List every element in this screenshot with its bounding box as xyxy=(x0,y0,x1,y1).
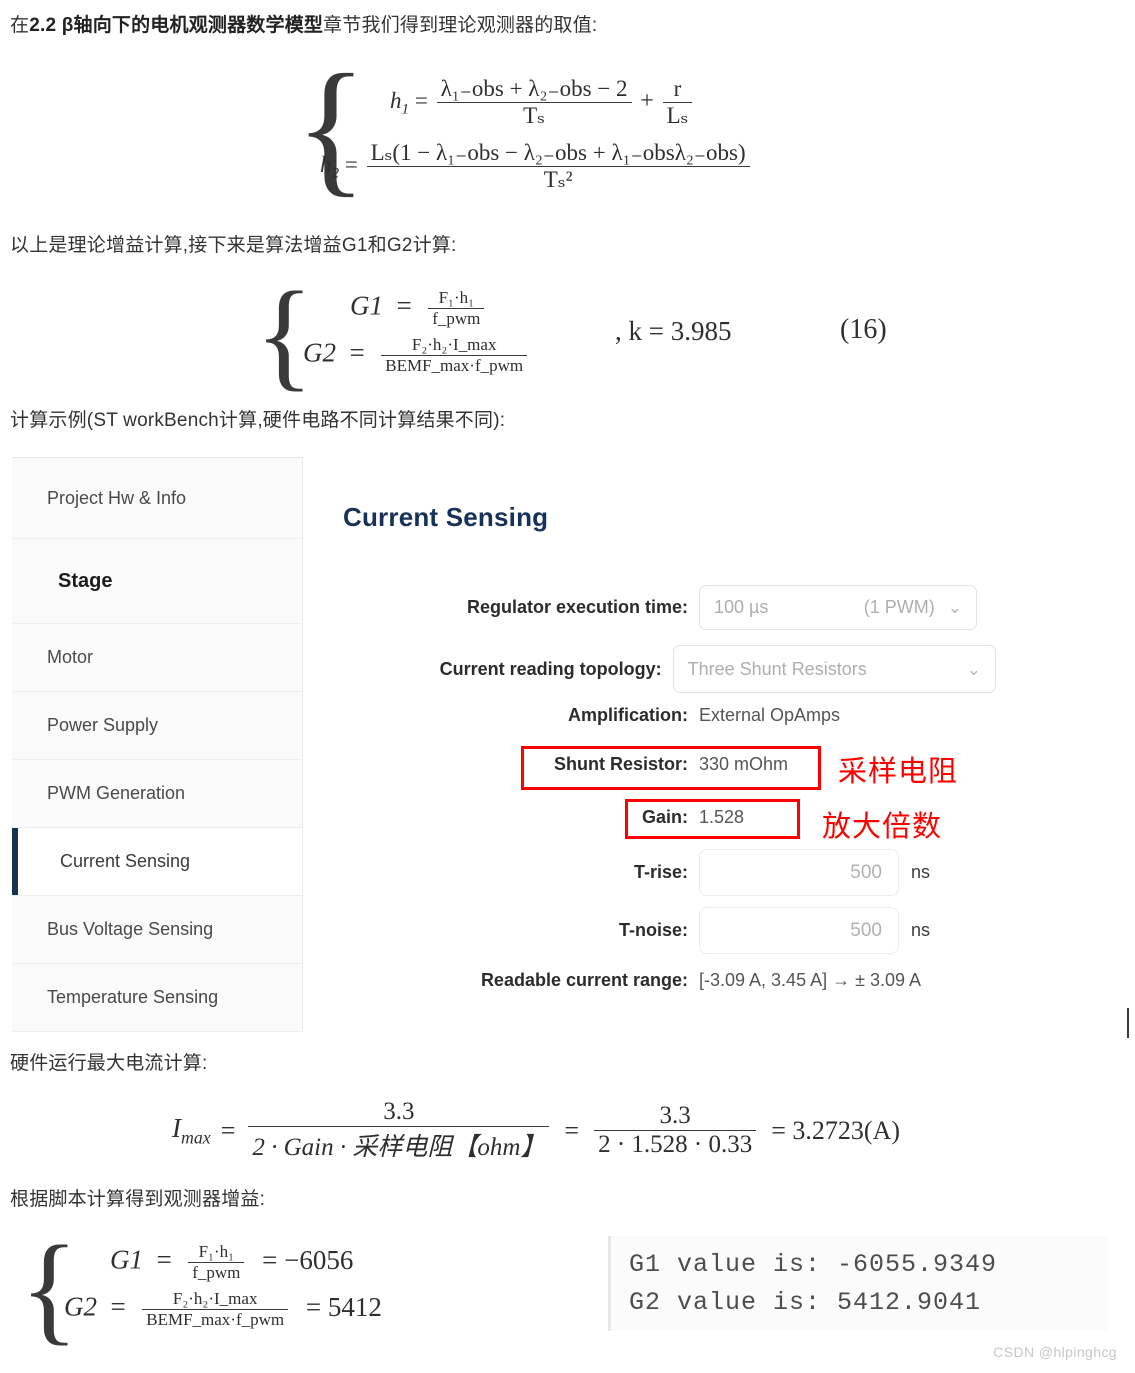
observer-formula-h1: h1 = λ₁₋obs + λ₂₋obs − 2 Tₛ + r Lₛ xyxy=(390,76,695,129)
h2-denominator: Tₛ² xyxy=(366,166,750,193)
current-reading-topology-label: Current reading topology: xyxy=(439,658,662,679)
sidebar-item-temperature-sensing[interactable]: Temperature Sensing xyxy=(12,964,302,1032)
console-line-g2: G2 value is: 5412.9041 xyxy=(629,1287,982,1317)
g1-numerator: F₁·h₁ xyxy=(438,288,475,307)
observer-formula-h2: h2 = Lₛ(1 − λ₁₋obs − λ₂₋obs + λ₁₋obsλ₂₋o… xyxy=(320,140,753,193)
regulator-execution-time-select[interactable]: 100 µs (1 PWM) ⌄ xyxy=(699,585,977,630)
imax-numerator-1: 3.3 xyxy=(383,1098,415,1125)
row-t-noise: T-noise: 500 ns xyxy=(304,907,996,954)
g1-denominator: f_pwm xyxy=(428,308,485,329)
gain-formula-equation-number: (16) xyxy=(840,314,887,345)
gain-annotation: 放大倍数 xyxy=(822,811,943,843)
imax-denominator-2: 2 · 1.528 · 0.33 xyxy=(594,1130,757,1159)
t-noise-value: 500 xyxy=(850,919,882,941)
sidebar-item-label: Motor xyxy=(47,647,94,667)
current-reading-topology-select[interactable]: Three Shunt Resistors ⌄ xyxy=(672,645,996,693)
result-formula-g1: G1 = F₁·h₁ f_pwm = −6056 xyxy=(110,1242,354,1283)
result-g2-value: = 5412 xyxy=(305,1291,382,1322)
amplification-value: External OpAmps xyxy=(699,705,841,725)
sidebar-section-label: Stage xyxy=(58,569,113,592)
g1-label: G1 xyxy=(350,290,383,321)
t-rise-label: T-rise: xyxy=(633,862,688,882)
console-line-g1: G1 value is: -6055.9349 xyxy=(629,1250,998,1279)
sidebar-item-label: PWM Generation xyxy=(47,783,186,803)
script-paragraph: 根据脚本计算得到观测器增益: xyxy=(10,1189,266,1210)
sidebar-section-stage: Stage xyxy=(12,539,302,624)
example-paragraph: 计算示例(ST workBench计算,硬件电路不同计算结果不同): xyxy=(10,410,506,431)
result-g1-label: G1 xyxy=(110,1244,143,1275)
gains-paragraph: 以上是理论增益计算,接下来是算法增益G1和G2计算: xyxy=(10,235,457,256)
t-rise-unit: ns xyxy=(911,862,931,882)
workbench-sidebar: Project Hw & Info Stage Motor Power Supp… xyxy=(12,457,303,1032)
sidebar-item-power-supply[interactable]: Power Supply xyxy=(12,692,302,760)
watermark: CSDN @hlpinghcg xyxy=(993,1344,1117,1360)
page-edge-artifact xyxy=(1127,1008,1129,1038)
imax-formula: Imax = 3.3 2 · Gain · 采样电阻【ohm】 = 3.3 2 … xyxy=(172,1098,901,1163)
sidebar-item-label: Power Supply xyxy=(47,715,159,735)
h1-numerator: λ₁₋obs + λ₂₋obs − 2 xyxy=(440,76,628,101)
gain-formula-g2: G2 = F₂·h₂·I_max BEMF_max·f_pwm xyxy=(303,335,530,376)
h1-denominator: Tₛ xyxy=(436,102,632,129)
sidebar-item-motor[interactable]: Motor xyxy=(12,624,302,692)
row-current-reading-topology: Current reading topology: Three Shunt Re… xyxy=(304,645,996,693)
imax-paragraph: 硬件运行最大电流计算: xyxy=(10,1053,208,1074)
imax-numerator-2: 3.3 xyxy=(659,1102,691,1129)
h1-add-numerator: r xyxy=(673,76,682,101)
gain-formula-k: , k = 3.985 xyxy=(615,316,732,346)
sidebar-item-label: Project Hw & Info xyxy=(47,487,187,508)
result-g2-label: G2 xyxy=(64,1291,97,1322)
g2-label: G2 xyxy=(303,337,336,368)
sidebar-item-pwm-generation[interactable]: PWM Generation xyxy=(12,760,302,828)
regulator-execution-time-label: Regulator execution time: xyxy=(466,597,688,617)
result-g2-denominator: BEMF_max·f_pwm xyxy=(142,1309,289,1330)
t-noise-unit: ns xyxy=(911,920,931,940)
result-formula-g2: G2 = F₂·h₂·I_max BEMF_max·f_pwm = 5412 xyxy=(64,1289,382,1330)
current-reading-topology-value: Three Shunt Resistors xyxy=(687,658,867,679)
workbench-screenshot-panel: Project Hw & Info Stage Motor Power Supp… xyxy=(12,457,1022,1034)
intro-paragraph: 在2.2 β轴向下的电机观测器数学模型章节我们得到理论观测器的取值: xyxy=(10,12,597,41)
chevron-down-icon: ⌄ xyxy=(966,659,981,679)
intro-bold-section-ref: 2.2 β轴向下的电机观测器数学模型 xyxy=(29,15,324,36)
shunt-resistor-highlight-box xyxy=(521,746,821,790)
t-noise-input[interactable]: 500 xyxy=(699,907,899,954)
console-output-block: G1 value is: -6055.9349 G2 value is: 541… xyxy=(608,1236,1108,1331)
regulator-execution-time-value: 100 µs xyxy=(714,597,769,617)
chevron-down-icon: ⌄ xyxy=(947,598,962,617)
t-noise-label: T-noise: xyxy=(618,920,688,940)
sidebar-item-label: Current Sensing xyxy=(60,851,191,871)
row-regulator-execution-time: Regulator execution time: 100 µs (1 PWM)… xyxy=(304,585,996,630)
t-rise-input[interactable]: 500 xyxy=(699,849,899,896)
g2-numerator: F₂·h₂·I_max xyxy=(411,335,497,354)
regulator-execution-time-secondary: (1 PWM) xyxy=(863,597,935,617)
result-g2-numerator: F₂·h₂·I_max xyxy=(172,1289,258,1308)
row-t-rise: T-rise: 500 ns xyxy=(304,849,996,896)
gain-highlight-box xyxy=(625,799,800,839)
sidebar-item-bus-voltage-sensing[interactable]: Bus Voltage Sensing xyxy=(12,896,302,964)
imax-result: = 3.2723(A) xyxy=(771,1115,901,1145)
page-title: Current Sensing xyxy=(343,502,549,532)
gain-formula-g1: G1 = F₁·h₁ f_pwm xyxy=(350,288,487,329)
sidebar-item-current-sensing[interactable]: Current Sensing xyxy=(12,828,302,896)
result-g1-numerator: F₁·h₁ xyxy=(198,1242,235,1261)
intro-suffix: 章节我们得到理论观测器的取值: xyxy=(323,15,598,36)
h1-add-denominator: Lₛ xyxy=(662,102,693,129)
sidebar-item-project-hw-info[interactable]: Project Hw & Info xyxy=(12,457,302,539)
row-amplification: Amplification: External OpAmps xyxy=(304,705,996,726)
amplification-label: Amplification: xyxy=(568,705,688,725)
result-g1-value: = −6056 xyxy=(262,1244,354,1275)
imax-denominator-1: 2 · Gain · 采样电阻【ohm】 xyxy=(248,1126,550,1163)
sidebar-item-label: Temperature Sensing xyxy=(47,987,219,1007)
result-g1-denominator: f_pwm xyxy=(188,1262,245,1283)
intro-prefix: 在 xyxy=(10,15,30,36)
row-readable-current-range: Readable current range: [-3.09 A, 3.45 A… xyxy=(304,970,996,991)
readable-current-range-value: [-3.09 A, 3.45 A] → ± 3.09 A xyxy=(699,970,922,990)
shunt-resistor-annotation: 采样电阻 xyxy=(838,756,959,788)
readable-current-range-label: Readable current range: xyxy=(480,970,688,990)
h2-numerator: Lₛ(1 − λ₁₋obs − λ₂₋obs + λ₁₋obsλ₂₋obs) xyxy=(370,140,746,165)
sidebar-item-label: Bus Voltage Sensing xyxy=(47,919,214,939)
g2-denominator: BEMF_max·f_pwm xyxy=(381,355,528,376)
t-rise-value: 500 xyxy=(850,861,882,883)
